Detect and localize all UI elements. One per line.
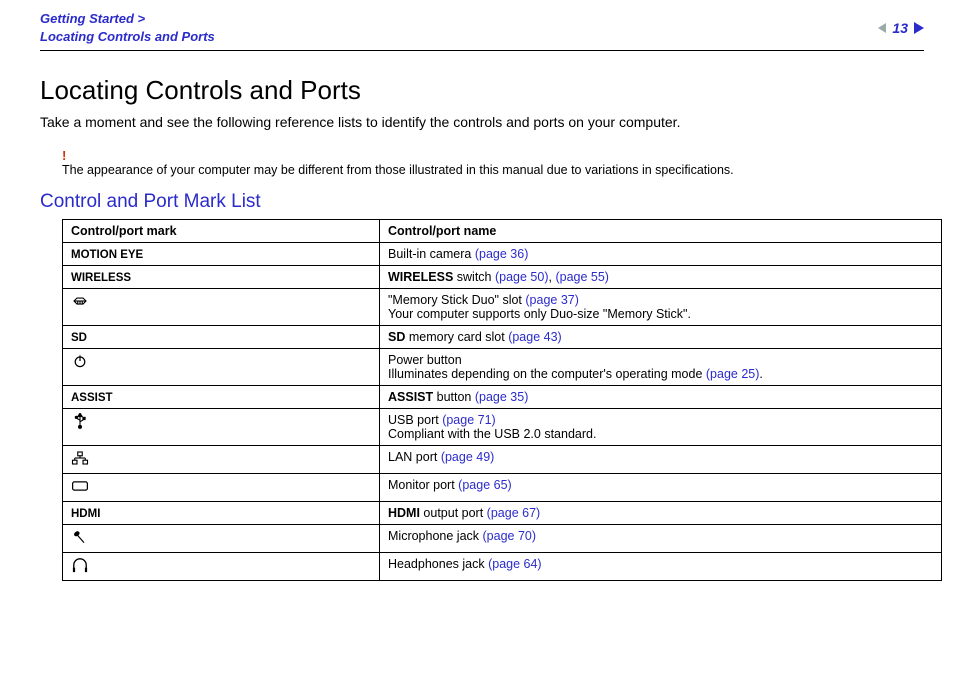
text: USB port xyxy=(388,413,442,427)
lan-icon xyxy=(71,455,89,469)
name-hdmi: HDMI output port (page 67) xyxy=(380,502,942,525)
text: output port xyxy=(420,506,487,520)
page-link[interactable]: (page 71) xyxy=(442,413,496,427)
text-bold: HDMI xyxy=(388,506,420,520)
memory-stick-icon xyxy=(71,298,89,312)
mark-hdmi: HDMI xyxy=(71,508,100,520)
table-row: SD SD memory card slot (page 43) xyxy=(63,326,942,349)
page-link[interactable]: (page 25) xyxy=(706,367,760,381)
text: memory card slot xyxy=(405,330,508,344)
mark-motion-eye: MOTION EYE xyxy=(71,249,143,261)
text: Illuminates depending on the computer's … xyxy=(388,367,706,381)
name-monitor: Monitor port (page 65) xyxy=(380,474,942,502)
page-number: 13 xyxy=(892,20,908,36)
name-memstick: "Memory Stick Duo" slot (page 37) Your c… xyxy=(380,289,942,326)
table-row: Headphones jack (page 64) xyxy=(63,553,942,581)
text-bold: ASSIST xyxy=(388,390,433,404)
prev-page-arrow-icon[interactable] xyxy=(878,23,886,33)
name-mic: Microphone jack (page 70) xyxy=(380,525,942,553)
breadcrumb-line1[interactable]: Getting Started > xyxy=(40,10,215,28)
text: Monitor port xyxy=(388,478,458,492)
intro-paragraph: Take a moment and see the following refe… xyxy=(40,114,924,130)
table-row: USB port (page 71) Compliant with the US… xyxy=(63,409,942,446)
text: Microphone jack xyxy=(388,529,483,543)
table-row: HDMI HDMI output port (page 67) xyxy=(63,502,942,525)
table-row: WIRELESS WIRELESS switch (page 50), (pag… xyxy=(63,266,942,289)
mark-assist: ASSIST xyxy=(71,392,113,404)
mark-sd: SD xyxy=(71,332,87,344)
name-headphones: Headphones jack (page 64) xyxy=(380,553,942,581)
table-row: Monitor port (page 65) xyxy=(63,474,942,502)
mark-wireless: WIRELESS xyxy=(71,272,131,284)
name-usb: USB port (page 71) Compliant with the US… xyxy=(380,409,942,446)
power-icon xyxy=(71,358,89,372)
text: . xyxy=(759,367,762,381)
table-row: ASSIST ASSIST button (page 35) xyxy=(63,386,942,409)
table-header-row: Control/port mark Control/port name xyxy=(63,220,942,243)
page-container: Getting Started > Locating Controls and … xyxy=(0,0,954,601)
breadcrumb-line2[interactable]: Locating Controls and Ports xyxy=(40,28,215,46)
microphone-icon xyxy=(71,534,89,548)
name-power: Power button Illuminates depending on th… xyxy=(380,349,942,386)
name-lan: LAN port (page 49) xyxy=(380,446,942,474)
warning-note: ! The appearance of your computer may be… xyxy=(62,148,924,177)
page-link[interactable]: (page 35) xyxy=(475,390,529,404)
monitor-icon xyxy=(71,483,89,497)
section-heading: Control and Port Mark List xyxy=(40,191,924,213)
name-motion-eye: Built-in camera (page 36) xyxy=(380,243,942,266)
name-wireless: WIRELESS switch (page 50), (page 55) xyxy=(380,266,942,289)
text: button xyxy=(433,390,475,404)
page-link[interactable]: (page 43) xyxy=(508,330,562,344)
page-link[interactable]: (page 50) xyxy=(495,270,549,284)
header-mark: Control/port mark xyxy=(63,220,380,243)
page-navigation: 13 xyxy=(878,20,924,36)
name-sd: SD memory card slot (page 43) xyxy=(380,326,942,349)
page-link[interactable]: (page 67) xyxy=(487,506,541,520)
breadcrumb: Getting Started > Locating Controls and … xyxy=(40,10,215,46)
page-title: Locating Controls and Ports xyxy=(40,75,924,106)
text: Headphones jack xyxy=(388,557,488,571)
page-link[interactable]: (page 70) xyxy=(483,529,537,543)
warning-text: The appearance of your computer may be d… xyxy=(62,163,924,177)
page-link[interactable]: (page 55) xyxy=(555,270,609,284)
text: switch xyxy=(453,270,495,284)
text: Compliant with the USB 2.0 standard. xyxy=(388,427,933,441)
text: Power button xyxy=(388,353,933,367)
text: "Memory Stick Duo" slot xyxy=(388,293,525,307)
table-row: "Memory Stick Duo" slot (page 37) Your c… xyxy=(63,289,942,326)
warning-bang-icon: ! xyxy=(62,148,924,163)
next-page-arrow-icon[interactable] xyxy=(914,22,924,34)
headphones-icon xyxy=(71,562,89,576)
control-port-table: Control/port mark Control/port name MOTI… xyxy=(62,219,942,581)
page-link[interactable]: (page 36) xyxy=(475,247,529,261)
header-name: Control/port name xyxy=(380,220,942,243)
page-link[interactable]: (page 37) xyxy=(525,293,579,307)
page-link[interactable]: (page 64) xyxy=(488,557,542,571)
table-row: Power button Illuminates depending on th… xyxy=(63,349,942,386)
usb-icon xyxy=(71,418,89,432)
text-bold: WIRELESS xyxy=(388,270,453,284)
text: Built-in camera xyxy=(388,247,475,261)
text: Your computer supports only Duo-size "Me… xyxy=(388,307,933,321)
page-link[interactable]: (page 65) xyxy=(458,478,512,492)
text: LAN port xyxy=(388,450,441,464)
page-link[interactable]: (page 49) xyxy=(441,450,495,464)
text-bold: SD xyxy=(388,330,405,344)
table-row: LAN port (page 49) xyxy=(63,446,942,474)
name-assist: ASSIST button (page 35) xyxy=(380,386,942,409)
table-row: Microphone jack (page 70) xyxy=(63,525,942,553)
page-header: Getting Started > Locating Controls and … xyxy=(40,10,924,51)
table-row: MOTION EYE Built-in camera (page 36) xyxy=(63,243,942,266)
